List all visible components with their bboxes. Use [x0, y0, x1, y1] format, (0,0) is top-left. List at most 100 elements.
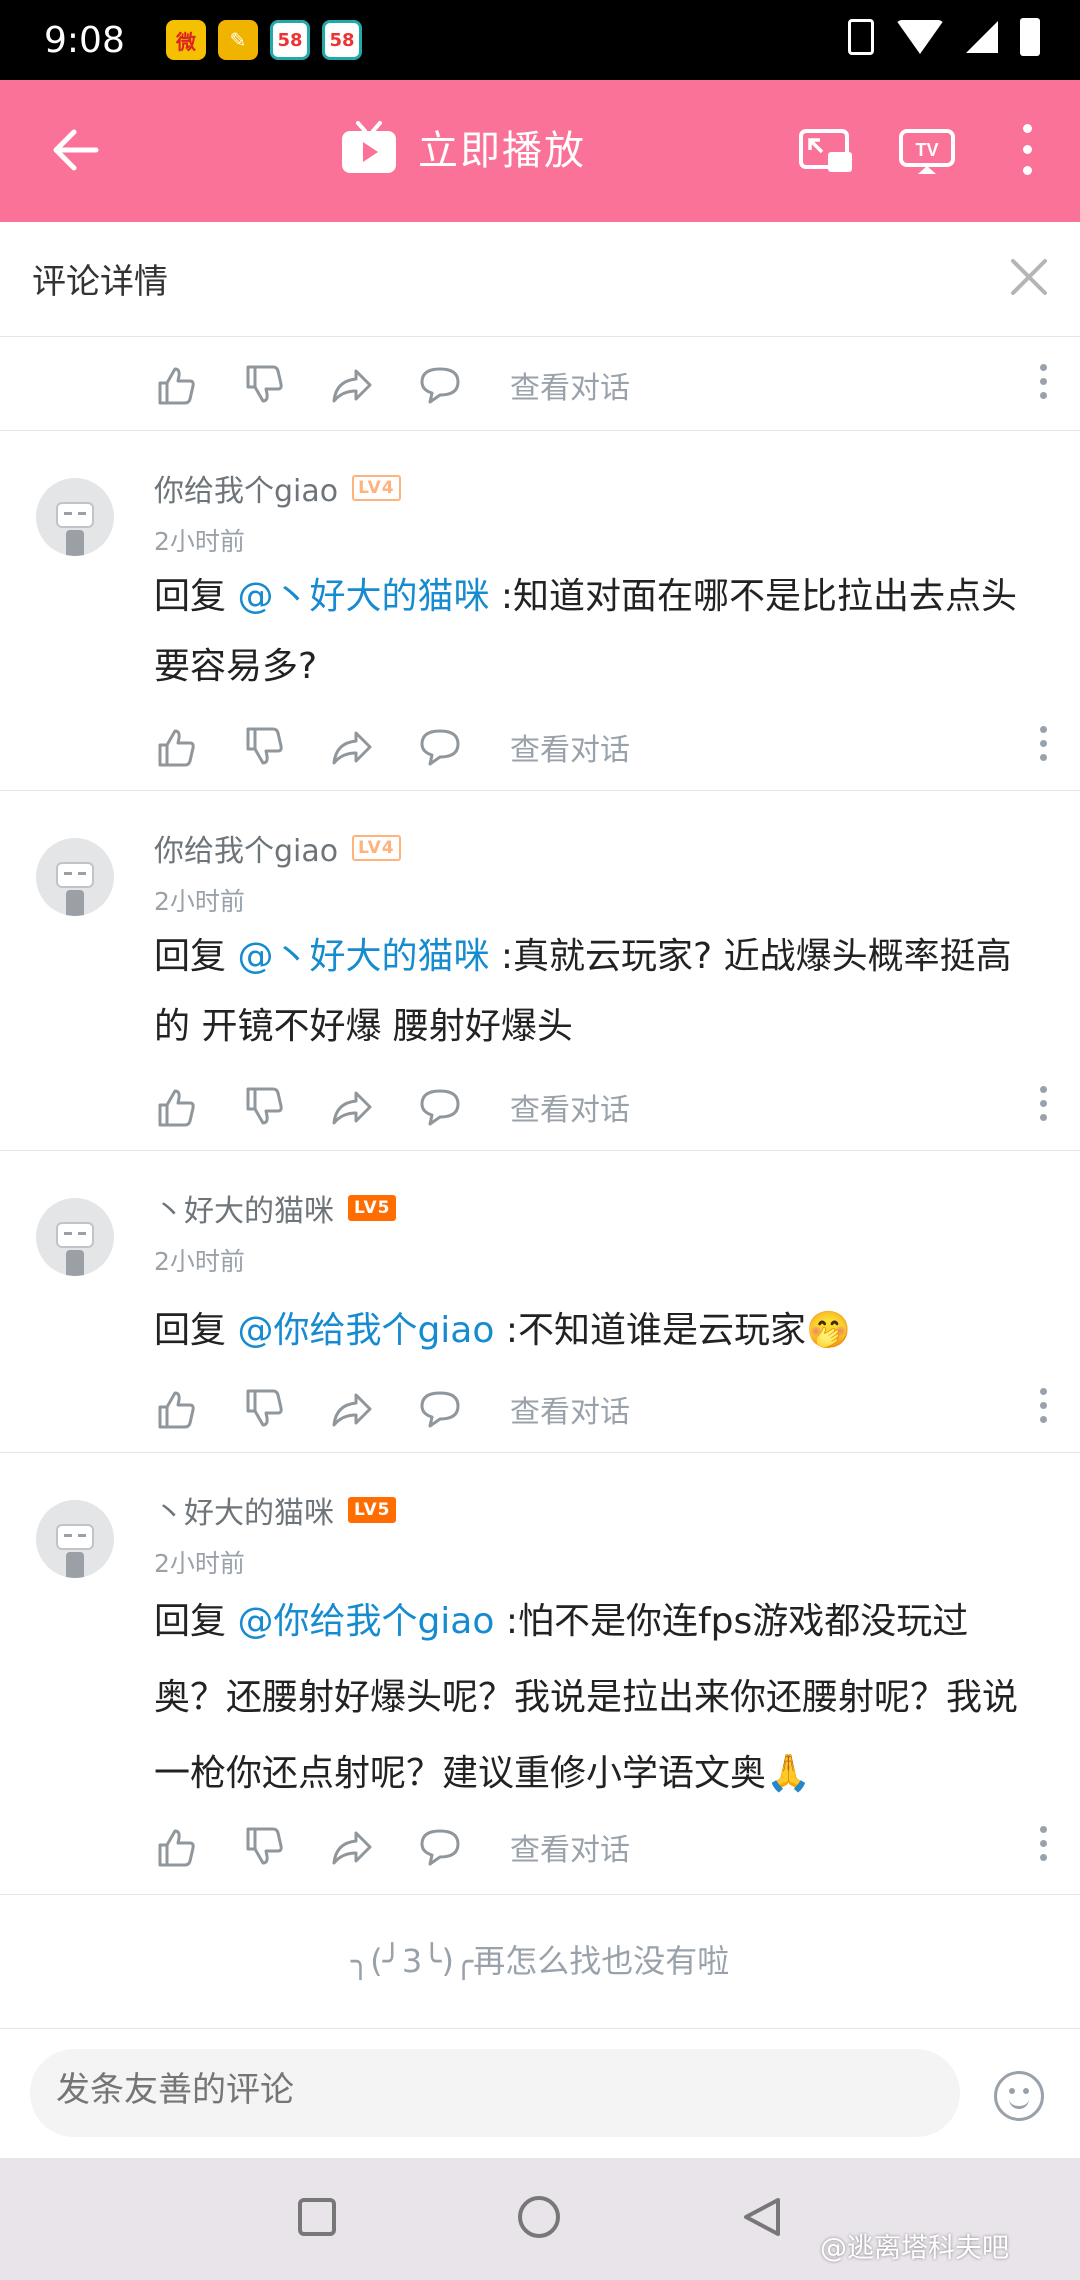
view-conversation-link[interactable]: 查看对话: [510, 1387, 630, 1431]
weibo-notification-icon: 微: [166, 20, 206, 60]
vibrate-icon: [848, 19, 874, 55]
reply-prefix: 回复: [154, 576, 238, 617]
reply-prefix: 回复: [154, 1310, 238, 1351]
comment-more-icon[interactable]: [1038, 1826, 1048, 1868]
avatar[interactable]: [36, 838, 114, 916]
tv-play-icon: [342, 121, 396, 173]
edit-notification-icon: ✎: [218, 20, 258, 60]
play-now-label: 立即播放: [418, 128, 586, 174]
recent-apps-icon[interactable]: [298, 2198, 336, 2236]
mention-link[interactable]: @丶好大的猫咪: [237, 576, 489, 617]
emoji-sticker: 🙏: [766, 1753, 811, 1794]
level-badge: LV5: [348, 1497, 397, 1523]
comment-body: :不知道谁是云玩家: [494, 1310, 806, 1351]
comment-text: 回复 @你给我个giao :怕不是你连fps游戏都没玩过奥？还腰射好爆头呢？我说…: [154, 1584, 1034, 1812]
system-back-icon[interactable]: [742, 2196, 782, 2238]
page-title: 评论详情: [32, 262, 168, 302]
mention-link[interactable]: @你给我个giao: [237, 1601, 494, 1642]
comment-actions: 查看对话: [154, 1384, 1054, 1434]
comment-more-icon[interactable]: [1038, 1086, 1048, 1128]
comment-actions: 查看对话: [154, 1822, 1054, 1872]
comment-time: 2小时前: [154, 527, 245, 556]
share-icon[interactable]: [330, 363, 374, 407]
reply-prefix: 回复: [154, 936, 238, 977]
comment-actions: 查看对话: [154, 360, 1054, 410]
view-conversation-link[interactable]: 查看对话: [510, 363, 630, 407]
mention-link[interactable]: @丶好大的猫咪: [237, 936, 489, 977]
reply-icon[interactable]: [418, 363, 462, 407]
like-icon[interactable]: [154, 1085, 198, 1129]
comment-actions: 查看对话: [154, 722, 1054, 772]
mention-link[interactable]: @你给我个giao: [237, 1310, 494, 1351]
dislike-icon[interactable]: [242, 1085, 286, 1129]
comment-detail-header: 评论详情: [0, 222, 1080, 337]
like-icon[interactable]: [154, 1387, 198, 1431]
comment-item: 你给我个giao LV4 2小时前 回复 @丶好大的猫咪 :知道对面在哪不是比拉…: [0, 430, 1080, 791]
reply-icon[interactable]: [418, 725, 462, 769]
level-badge: LV4: [352, 835, 401, 861]
comment-time: 2小时前: [154, 887, 245, 916]
comment-item: 你给我个giao LV4 2小时前 回复 @丶好大的猫咪 :真就云玩家? 近战爆…: [0, 790, 1080, 1151]
pip-icon[interactable]: [798, 128, 854, 174]
share-icon[interactable]: [330, 1825, 374, 1869]
close-icon[interactable]: [1010, 258, 1048, 296]
username[interactable]: 丶好大的猫咪: [154, 1186, 334, 1230]
like-icon[interactable]: [154, 1825, 198, 1869]
comment-input[interactable]: [54, 2069, 938, 2111]
like-icon[interactable]: [154, 725, 198, 769]
comment-text: 回复 @你给我个giao :不知道谁是云玩家🤭: [154, 1296, 1034, 1366]
comment-text: 回复 @丶好大的猫咪 :真就云玩家? 近战爆头概率挺高的 开镜不好爆 腰射好爆头: [154, 922, 1034, 1062]
watermark: @逃离塔科夫吧: [820, 2233, 1009, 2264]
comment-input-bar: [0, 2028, 1080, 2159]
like-icon[interactable]: [154, 363, 198, 407]
status-bar: 9:08 微 ✎ 58 58: [0, 0, 1080, 80]
dislike-icon[interactable]: [242, 1387, 286, 1431]
comment-more-icon[interactable]: [1038, 1388, 1048, 1430]
end-of-list-message: ╮(╯3╰)╭再怎么找也没有啦: [350, 1942, 730, 1980]
comment-time: 2小时前: [154, 1247, 245, 1276]
avatar[interactable]: [36, 478, 114, 556]
level-badge: LV5: [348, 1195, 397, 1221]
comment-more-icon[interactable]: [1038, 726, 1048, 768]
battery-icon: [1020, 18, 1040, 56]
dislike-icon[interactable]: [242, 1825, 286, 1869]
username[interactable]: 你给我个giao: [154, 466, 338, 510]
home-icon[interactable]: [518, 2196, 560, 2238]
share-icon[interactable]: [330, 1085, 374, 1129]
reply-icon[interactable]: [418, 1387, 462, 1431]
reply-icon[interactable]: [418, 1085, 462, 1129]
comment-text: 回复 @丶好大的猫咪 :知道对面在哪不是比拉出去点头要容易多?: [154, 562, 1034, 702]
emoji-sticker: 🤭: [805, 1310, 851, 1351]
comment-item-partial: 查看对话: [0, 336, 1080, 431]
share-icon[interactable]: [330, 1387, 374, 1431]
more-menu-icon[interactable]: [1020, 124, 1034, 187]
reply-prefix: 回复: [154, 1601, 238, 1642]
avatar[interactable]: [36, 1198, 114, 1276]
view-conversation-link[interactable]: 查看对话: [510, 1825, 630, 1869]
reply-icon[interactable]: [418, 1825, 462, 1869]
share-icon[interactable]: [330, 725, 374, 769]
comment-more-icon[interactable]: [1038, 364, 1048, 406]
svg-text:TV: TV: [915, 140, 938, 160]
view-conversation-link[interactable]: 查看对话: [510, 1085, 630, 1129]
dislike-icon[interactable]: [242, 363, 286, 407]
wifi-icon: [896, 20, 944, 54]
app58-notification-icon: 58: [270, 20, 310, 60]
back-arrow-icon[interactable]: [46, 120, 106, 180]
avatar[interactable]: [36, 1500, 114, 1578]
level-badge: LV4: [352, 475, 401, 501]
view-conversation-link[interactable]: 查看对话: [510, 725, 630, 769]
comment-actions: 查看对话: [154, 1082, 1054, 1132]
username[interactable]: 你给我个giao: [154, 826, 338, 870]
username[interactable]: 丶好大的猫咪: [154, 1488, 334, 1532]
status-time: 9:08: [44, 19, 125, 61]
app58-notification-icon-2: 58: [322, 20, 362, 60]
comment-time: 2小时前: [154, 1549, 245, 1578]
cast-tv-icon[interactable]: TV: [898, 128, 956, 176]
dislike-icon[interactable]: [242, 725, 286, 769]
play-now-button[interactable]: 立即播放: [340, 118, 586, 176]
emoji-icon[interactable]: [994, 2071, 1044, 2121]
signal-icon: [966, 21, 998, 53]
comment-input-container[interactable]: [30, 2049, 960, 2137]
comment-item: 丶好大的猫咪 LV5 2小时前 回复 @你给我个giao :怕不是你连fps游戏…: [0, 1452, 1080, 1895]
